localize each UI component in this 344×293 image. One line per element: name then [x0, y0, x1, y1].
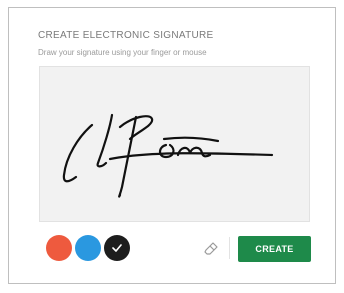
dialog-title: CREATE ELECTRONIC SIGNATURE	[38, 30, 214, 41]
color-swatch-black[interactable]	[104, 235, 130, 261]
toolbar-divider	[229, 237, 230, 259]
signature-stroke	[108, 152, 274, 161]
dialog-subtitle: Draw your signature using your finger or…	[38, 48, 207, 57]
signature-stroke	[158, 143, 175, 159]
check-icon	[104, 235, 130, 261]
eraser-icon[interactable]	[202, 237, 222, 257]
color-swatch-red[interactable]	[46, 235, 72, 261]
signature-drawing	[62, 113, 274, 198]
signature-stroke	[176, 146, 212, 158]
color-picker	[46, 235, 130, 261]
color-swatch-blue[interactable]	[75, 235, 101, 261]
create-button[interactable]: CREATE	[238, 236, 311, 262]
signature-pad[interactable]	[39, 66, 310, 222]
signature-stroke	[62, 123, 94, 183]
signature-stroke	[162, 136, 220, 143]
